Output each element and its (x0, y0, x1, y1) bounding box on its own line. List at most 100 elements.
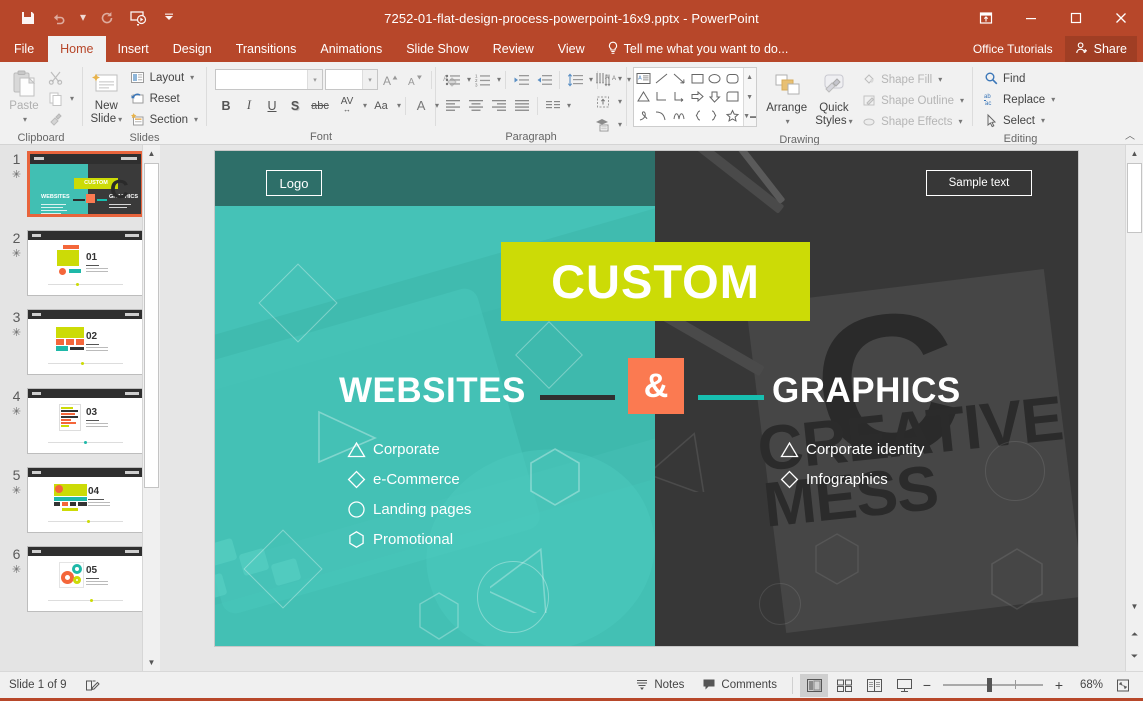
shape-effects-button[interactable]: Shape Effects ▾ (857, 111, 968, 132)
triangle-shape-icon[interactable] (635, 88, 653, 107)
customize-qat-icon[interactable] (155, 5, 183, 31)
tab-file[interactable]: File (0, 36, 49, 62)
list-item[interactable]: 1 ✳ CUSTOM WEBSITES GRAPHICS C (0, 151, 160, 217)
thumbnail-scrollbar[interactable]: ▲ ▼ (142, 145, 160, 671)
elbow-connector-shape-icon[interactable] (653, 88, 671, 107)
paste-button[interactable]: Paste ▾ (4, 65, 44, 126)
quick-styles-dropdown-icon[interactable]: ▾ (849, 115, 853, 128)
justify-button[interactable] (511, 95, 533, 116)
ribbon-display-options-icon[interactable] (963, 0, 1008, 36)
star-shape-icon[interactable] (724, 106, 742, 125)
tab-view[interactable]: View (546, 36, 597, 62)
rounded-rectangle-shape-icon[interactable] (724, 69, 742, 88)
office-tutorials-label[interactable]: Office Tutorials (961, 36, 1065, 62)
format-painter-button[interactable] (44, 109, 78, 130)
change-case-button[interactable]: Aa (368, 95, 394, 116)
zoom-slider-handle[interactable] (987, 678, 992, 692)
list-item[interactable]: Corporate identity (772, 434, 924, 464)
tell-me-search[interactable]: Tell me what you want to do... (597, 36, 799, 62)
shape-outline-button[interactable]: Shape Outline ▾ (857, 90, 968, 111)
tab-review[interactable]: Review (481, 36, 546, 62)
down-arrow-shape-icon[interactable] (706, 88, 724, 107)
center-button[interactable] (465, 95, 487, 116)
oval-shape-icon[interactable] (706, 69, 724, 88)
character-spacing-dropdown-icon[interactable]: ▾ (363, 101, 367, 110)
save-icon[interactable] (14, 5, 42, 31)
shapes-scroll-up-icon[interactable]: ▲ (744, 68, 756, 87)
canvas-scrollbar[interactable]: ▲ ▼ ⏶ ⏷ (1125, 145, 1143, 671)
shape-outline-dropdown-icon[interactable]: ▾ (960, 96, 964, 105)
copy-button[interactable]: ▾ (44, 88, 78, 109)
right-arrow-shape-icon[interactable] (688, 88, 706, 107)
zoom-level-label[interactable]: 68% (1067, 679, 1103, 691)
undo-icon[interactable] (45, 5, 73, 31)
character-spacing-button[interactable]: AV ↔ (334, 95, 360, 116)
replace-button[interactable]: ab ac Replace ▾ (979, 89, 1059, 110)
normal-view-button[interactable] (800, 673, 828, 697)
collapse-ribbon-button[interactable]: ︿ (1121, 126, 1139, 142)
curve-shape-icon[interactable] (653, 106, 671, 125)
thumbnail-scroll-down-icon[interactable]: ▼ (143, 654, 160, 671)
shape-fill-button[interactable]: Shape Fill ▾ (857, 69, 968, 90)
logo-placeholder[interactable]: Logo (266, 170, 322, 196)
align-right-button[interactable] (488, 95, 510, 116)
font-name-combobox[interactable]: ▾ (215, 69, 323, 90)
bullets-dropdown-icon[interactable]: ▾ (467, 75, 471, 84)
decrease-indent-button[interactable] (510, 69, 532, 90)
scribble-shape-icon[interactable] (635, 106, 653, 125)
font-size-dropdown-icon[interactable]: ▾ (362, 70, 377, 89)
align-left-button[interactable] (442, 95, 464, 116)
canvas-scrollbar-thumb[interactable] (1127, 163, 1142, 233)
text-direction-vertical-dropdown-icon[interactable]: ▾ (618, 74, 622, 83)
list-item[interactable]: Infographics (772, 464, 924, 494)
reset-button[interactable]: Reset (126, 88, 202, 109)
select-button[interactable]: Select ▾ (979, 110, 1049, 131)
quick-styles-button[interactable]: Quick Styles ▾ (811, 67, 857, 128)
notes-button[interactable]: Notes (626, 672, 693, 699)
thumbnail-scrollbar-thumb[interactable] (144, 163, 159, 488)
arrange-button[interactable]: Arrange ▾ (763, 67, 811, 128)
close-button[interactable] (1098, 0, 1143, 36)
paste-dropdown-icon[interactable]: ▾ (23, 113, 27, 126)
left-brace-shape-icon[interactable] (688, 106, 706, 125)
fit-to-window-button[interactable] (1109, 674, 1137, 697)
websites-heading[interactable]: WEBSITES (339, 371, 526, 411)
previous-slide-icon[interactable]: ⏶ (1126, 626, 1143, 643)
layout-dropdown-icon[interactable]: ▾ (190, 73, 194, 82)
thumbnail-slide-2[interactable]: 01 (27, 230, 144, 296)
new-slide-button[interactable]: New Slide ▾ (87, 65, 126, 126)
custom-title-banner[interactable]: CUSTOM (501, 242, 810, 321)
share-button[interactable]: Share (1064, 36, 1137, 62)
slide-editing-area[interactable]: C CREATIVE MESS Logo Sample text CUSTOM … (215, 151, 1078, 646)
align-text-button[interactable] (593, 91, 615, 112)
comments-button[interactable]: Comments (693, 672, 786, 699)
text-shadow-button[interactable]: S (284, 95, 306, 116)
find-button[interactable]: Find (979, 68, 1029, 89)
shapes-more-icon[interactable]: ▼ ▬ (743, 107, 756, 126)
tab-animations[interactable]: Animations (308, 36, 394, 62)
shape-effects-dropdown-icon[interactable]: ▾ (959, 117, 963, 126)
font-size-combobox[interactable]: ▾ (325, 69, 378, 90)
line-spacing-button[interactable] (564, 69, 586, 90)
list-item[interactable]: 4 ✳ 03 (0, 388, 160, 454)
minimize-button[interactable] (1008, 0, 1053, 36)
thumbnail-slide-5[interactable]: 04 (27, 467, 144, 533)
graphics-heading[interactable]: GRAPHICS (772, 371, 961, 411)
numbering-button[interactable]: 123 (472, 69, 494, 90)
flowchart-shape-icon[interactable] (724, 88, 742, 107)
list-item[interactable]: Corporate (339, 434, 471, 464)
underline-button[interactable]: U (261, 95, 283, 116)
wave-shape-icon[interactable] (671, 106, 689, 125)
cut-button[interactable] (44, 67, 78, 88)
start-presentation-icon[interactable] (124, 5, 152, 31)
right-brace-shape-icon[interactable] (706, 106, 724, 125)
arrange-dropdown-icon[interactable]: ▾ (786, 115, 790, 128)
notes-page-icon[interactable] (76, 672, 109, 699)
shapes-scroll-down-icon[interactable]: ▼ (744, 88, 756, 107)
ampersand-badge[interactable]: & (628, 358, 684, 414)
canvas-scroll-up-icon[interactable]: ▲ (1126, 145, 1143, 162)
slide-sorter-button[interactable] (830, 674, 858, 697)
slide-indicator[interactable]: Slide 1 of 9 (0, 672, 76, 699)
arrow-shape-icon[interactable] (671, 69, 689, 88)
zoom-out-button[interactable]: − (919, 677, 935, 693)
